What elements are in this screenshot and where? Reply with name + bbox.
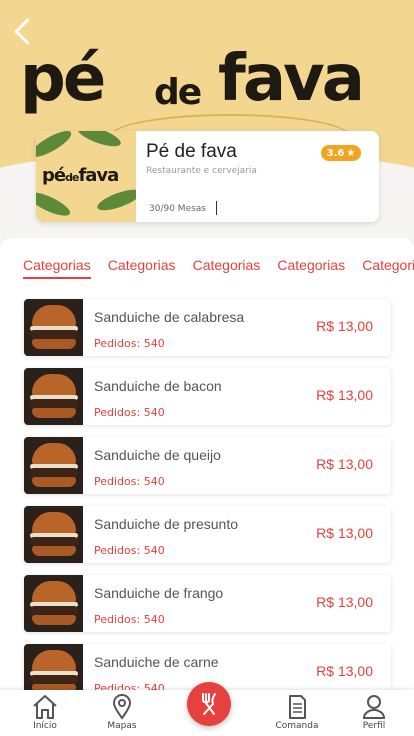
restaurant-subtitle: Restaurante e cervejaria — [146, 166, 257, 176]
brand-logo-part2: de — [154, 72, 202, 113]
product-price: R$ 13,00 — [316, 318, 373, 334]
tables-count: 30/90 Mesas — [149, 204, 206, 214]
nav-profile[interactable]: Perfil — [344, 690, 404, 736]
product-item[interactable]: Sanduiche de presunto Pedidos: 540 R$ 13… — [24, 506, 391, 563]
product-price: R$ 13,00 — [316, 525, 373, 541]
menu-panel: Categorias Categorias Categorias Categor… — [0, 238, 414, 708]
product-orders: Pedidos: 540 — [94, 613, 165, 626]
burger-image — [24, 437, 83, 494]
product-list: Sanduiche de calabresa Pedidos: 540 R$ 1… — [24, 299, 391, 708]
tab-category[interactable]: Categorias — [193, 257, 261, 277]
cutlery-icon — [202, 693, 216, 715]
back-button[interactable] — [10, 16, 38, 48]
tab-category[interactable]: Categorias — [23, 257, 91, 279]
rating-value: 3.6 — [326, 147, 345, 159]
product-name: Sanduiche de carne — [94, 654, 219, 670]
menu-fab-button[interactable] — [187, 682, 231, 726]
tab-category[interactable]: Categorias — [362, 257, 414, 277]
brand-logo-part3: fava — [218, 42, 365, 116]
leaf-decoration — [74, 131, 124, 151]
document-icon — [289, 695, 306, 719]
product-price: R$ 13,00 — [316, 456, 373, 472]
nav-profile-label: Perfil — [362, 721, 386, 731]
product-item[interactable]: Sanduiche de queijo Pedidos: 540 R$ 13,0… — [24, 437, 391, 494]
nav-maps[interactable]: Mapas — [92, 690, 152, 736]
category-tabs: Categorias Categorias Categorias Categor… — [23, 255, 414, 279]
product-item[interactable]: Sanduiche de bacon Pedidos: 540 R$ 13,00 — [24, 368, 391, 425]
star-icon: ★ — [346, 147, 356, 159]
brand-logo: pé de fava — [18, 36, 398, 158]
product-name: Sanduiche de calabresa — [94, 309, 245, 325]
leaf-decoration — [94, 185, 136, 215]
product-price: R$ 13,00 — [316, 387, 373, 403]
burger-image — [24, 299, 83, 356]
product-orders: Pedidos: 540 — [94, 406, 165, 419]
rating-badge: 3.6 ★ — [321, 145, 361, 161]
burger-image — [24, 575, 83, 632]
product-item[interactable]: Sanduiche de calabresa Pedidos: 540 R$ 1… — [24, 299, 391, 356]
restaurant-card[interactable]: pédefava Pé de fava Restaurante e cervej… — [36, 131, 379, 222]
product-name: Sanduiche de frango — [94, 585, 224, 601]
product-orders: Pedidos: 540 — [94, 475, 165, 488]
product-name: Sanduiche de queijo — [94, 447, 221, 463]
restaurant-logo: pédefava — [36, 131, 136, 222]
product-name: Sanduiche de presunto — [94, 516, 238, 532]
nav-maps-label: Mapas — [107, 721, 137, 731]
leaf-decoration — [36, 187, 73, 221]
user-icon — [362, 695, 386, 719]
burger-image — [24, 506, 83, 563]
nav-order[interactable]: Comanda — [267, 690, 327, 736]
leaf-decoration — [36, 131, 75, 162]
nav-home[interactable]: Início — [15, 690, 75, 736]
product-name: Sanduiche de bacon — [94, 378, 222, 394]
map-pin-icon — [112, 694, 132, 720]
product-orders: Pedidos: 540 — [94, 544, 165, 557]
brand-logo-part1: pé — [20, 42, 106, 116]
tab-category[interactable]: Categorias — [108, 257, 176, 277]
product-price: R$ 13,00 — [316, 663, 373, 679]
restaurant-logo-text: pédefava — [42, 165, 119, 186]
nav-home-label: Início — [33, 721, 57, 731]
nav-order-label: Comanda — [275, 721, 319, 731]
product-orders: Pedidos: 540 — [94, 337, 165, 350]
home-icon — [33, 695, 57, 719]
divider — [216, 201, 217, 215]
restaurant-name: Pé de fava — [146, 141, 237, 162]
product-price: R$ 13,00 — [316, 594, 373, 610]
burger-image — [24, 368, 83, 425]
tab-category[interactable]: Categorias — [277, 257, 345, 277]
product-item[interactable]: Sanduiche de frango Pedidos: 540 R$ 13,0… — [24, 575, 391, 632]
